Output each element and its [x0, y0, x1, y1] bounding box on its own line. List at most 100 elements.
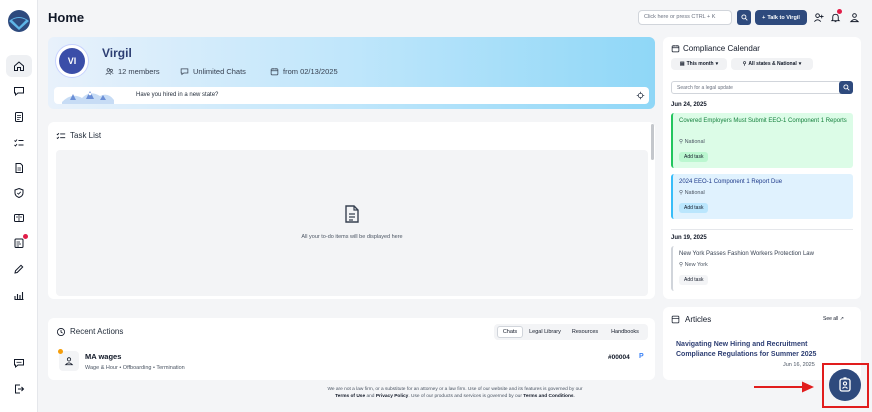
assistant-badge-icon: [839, 377, 851, 392]
compliance-calendar-card: Compliance Calendar ▤ This month ▾ ⚲ All…: [663, 37, 861, 299]
organization-name: Virgil: [102, 46, 132, 60]
legal-update-search-input[interactable]: Search for a legal update: [671, 81, 845, 94]
chevron-down-icon: ▾: [715, 61, 719, 67]
recent-action-id: #00004: [608, 354, 630, 361]
add-task-button[interactable]: Add task: [679, 203, 709, 213]
calendar-date-label: Jun 24, 2025: [671, 102, 707, 108]
nav-tools[interactable]: [6, 258, 32, 280]
calendar-event[interactable]: Covered Employers Must Submit EEO-1 Comp…: [671, 113, 853, 168]
states-filter-dropdown[interactable]: ⚲ All states & National ▾: [731, 58, 813, 70]
add-user-button[interactable]: [812, 11, 824, 23]
global-search-input[interactable]: Click here or press CTRL + K: [638, 10, 732, 25]
footer-and: and: [365, 394, 376, 399]
add-state-icon[interactable]: [636, 91, 645, 100]
tab-handbooks[interactable]: Handbooks: [605, 326, 645, 338]
global-search-button[interactable]: [737, 10, 751, 25]
updates-icon: [14, 238, 24, 248]
nav-analytics[interactable]: [6, 284, 32, 306]
recent-action-title: MA wages: [85, 352, 122, 361]
organization-banner: VI Virgil 12 members Unlimited Chats fro…: [48, 37, 655, 109]
talk-to-virgil-button[interactable]: + Talk to Virgil: [755, 10, 807, 25]
month-filter-dropdown[interactable]: ▤ This month ▾: [671, 58, 727, 70]
calendar-divider: [671, 229, 853, 230]
logout-icon: [15, 384, 25, 394]
tab-legal-library[interactable]: Legal Library: [525, 326, 565, 338]
tab-resources[interactable]: Resources: [567, 326, 603, 338]
nav-documents[interactable]: [6, 106, 32, 128]
add-task-button[interactable]: Add task: [679, 275, 709, 285]
unread-dot: [58, 349, 63, 354]
calendar-icon: [671, 45, 680, 53]
file-icon: [15, 163, 23, 173]
location-pin-icon: ⚲: [742, 61, 747, 67]
see-all-label: See all: [823, 316, 839, 322]
add-user-icon: [813, 12, 824, 22]
plus-icon: +: [762, 14, 766, 21]
notification-dot: [23, 234, 28, 239]
event-title: New York Passes Fashion Workers Protecti…: [679, 251, 814, 257]
avatar[interactable]: VI: [55, 44, 89, 78]
checklist-icon: [14, 139, 24, 147]
see-all-articles-link[interactable]: See all ↗: [823, 316, 844, 322]
legal-footer: We are not a law firm, or a substitute f…: [180, 386, 730, 400]
nav-updates[interactable]: [6, 232, 32, 254]
members-icon: [105, 68, 114, 75]
annotation-arrow-icon: [754, 381, 814, 393]
talk-to-virgil-label: Talk to Virgil: [767, 14, 800, 21]
calendar-date-label: Jun 19, 2025: [671, 235, 707, 241]
footer-line-1: We are not a law firm, or a substitute f…: [327, 387, 583, 392]
recent-action-flag: P: [639, 353, 644, 360]
article-icon: [671, 315, 680, 324]
chats-plan: Unlimited Chats: [180, 67, 246, 76]
event-title: 2024 EEO-1 Component 1 Report Due: [679, 179, 783, 185]
nav-support-chat[interactable]: [6, 352, 32, 374]
compliance-calendar-title: Compliance Calendar: [683, 44, 760, 53]
footer-line-2: Terms of Use and Privacy Policy. Use of …: [180, 393, 730, 400]
nav-tasks[interactable]: [6, 132, 32, 154]
footer-end: .: [573, 394, 575, 399]
terms-of-use-link[interactable]: Terms of Use: [335, 394, 365, 399]
member-since: from 02/13/2025: [270, 67, 338, 76]
nav-home[interactable]: [6, 55, 32, 77]
articles-title: Articles: [685, 315, 712, 324]
nav-handbooks[interactable]: [6, 207, 32, 229]
account-button[interactable]: [848, 11, 860, 23]
tab-chats[interactable]: Chats: [497, 326, 523, 338]
left-rail: [0, 0, 38, 412]
nav-logout[interactable]: [6, 378, 32, 400]
recent-actions-card: Recent Actions Chats Legal Library Resou…: [48, 318, 655, 380]
history-icon: [56, 327, 66, 337]
footer-text: . Use of our products and services is go…: [408, 394, 524, 399]
nav-files[interactable]: [6, 157, 32, 179]
event-location: ⚲ National: [679, 190, 705, 196]
main-scrollbar[interactable]: [651, 124, 654, 160]
legal-update-search-button[interactable]: [839, 81, 853, 94]
notifications-button[interactable]: [829, 9, 842, 23]
page-title: Home: [48, 10, 85, 25]
members-count[interactable]: 12 members: [105, 67, 160, 76]
list-item[interactable]: MA wages Wage & Hour • Offboarding • Ter…: [56, 348, 648, 378]
assistant-fab-button[interactable]: [829, 369, 861, 401]
nav-chats[interactable]: [6, 80, 32, 102]
event-location-label: New York: [684, 262, 708, 268]
calendar-event[interactable]: New York Passes Fashion Workers Protecti…: [671, 246, 853, 291]
external-link-icon: ↗: [839, 316, 844, 322]
calendar-icon: [270, 68, 279, 76]
privacy-policy-link[interactable]: Privacy Policy: [376, 394, 409, 399]
event-location: ⚲ National: [679, 139, 705, 145]
month-filter-label: This month: [686, 61, 714, 67]
calendar-event[interactable]: 2024 EEO-1 Component 1 Report Due ⚲ Nati…: [671, 174, 853, 219]
article-title[interactable]: Navigating New Hiring and Recruitment Co…: [676, 340, 846, 359]
hire-new-state-banner[interactable]: Have you hired in a new state?: [54, 87, 649, 104]
member-since-label: from 02/13/2025: [283, 67, 338, 76]
add-task-button[interactable]: Add task: [679, 152, 709, 162]
event-title: Covered Employers Must Submit EEO-1 Comp…: [679, 118, 847, 124]
message-icon: [14, 359, 24, 369]
terms-and-conditions-link[interactable]: Terms and Conditions: [523, 394, 573, 399]
members-label: 12 members: [118, 67, 160, 76]
avatar-initials: VI: [59, 48, 85, 74]
logo-icon[interactable]: [7, 9, 31, 33]
chat-icon: [180, 68, 189, 76]
states-filter-label: All states & National: [748, 61, 797, 67]
nav-compliance[interactable]: [6, 182, 32, 204]
